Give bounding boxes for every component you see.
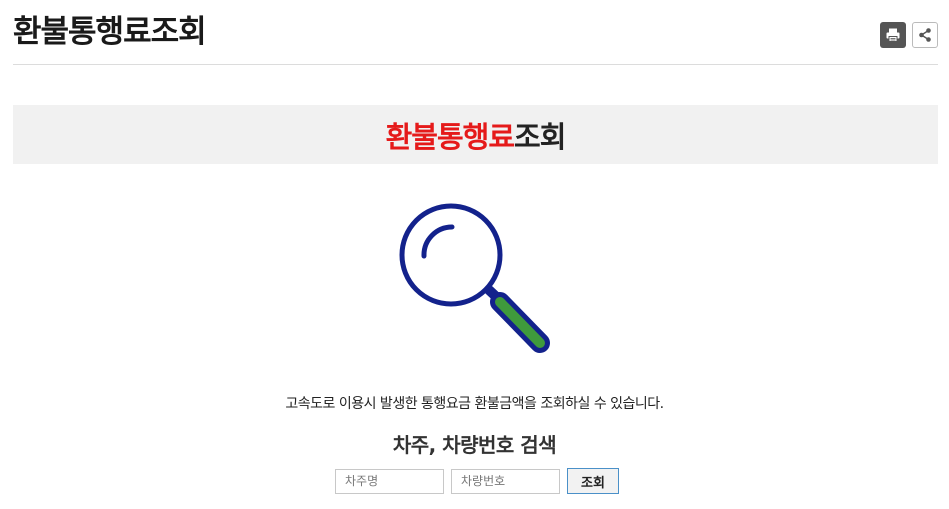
owner-name-input[interactable]: [335, 468, 444, 494]
banner-highlight: 환불통행료: [385, 119, 515, 154]
plate-number-input[interactable]: [451, 468, 560, 494]
banner-text: 조회: [514, 119, 566, 154]
page-tools: [880, 22, 938, 48]
description-text: 고속도로 이용시 발생한 통행요금 환불금액을 조회하실 수 있습니다.: [285, 396, 664, 412]
search-button[interactable]: 조회: [567, 468, 619, 494]
search-form: 조회: [335, 468, 619, 494]
section-banner: 환불통행료 조회: [13, 105, 938, 164]
share-icon: [919, 28, 931, 42]
magnifying-glass-icon: [399, 203, 550, 353]
header-divider: [13, 64, 938, 65]
print-button[interactable]: [880, 22, 906, 48]
printer-icon: [886, 28, 900, 42]
search-heading: 차주, 차량번호 검색: [392, 433, 557, 457]
share-button[interactable]: [912, 22, 938, 48]
page-title: 환불통행료조회: [13, 14, 207, 50]
